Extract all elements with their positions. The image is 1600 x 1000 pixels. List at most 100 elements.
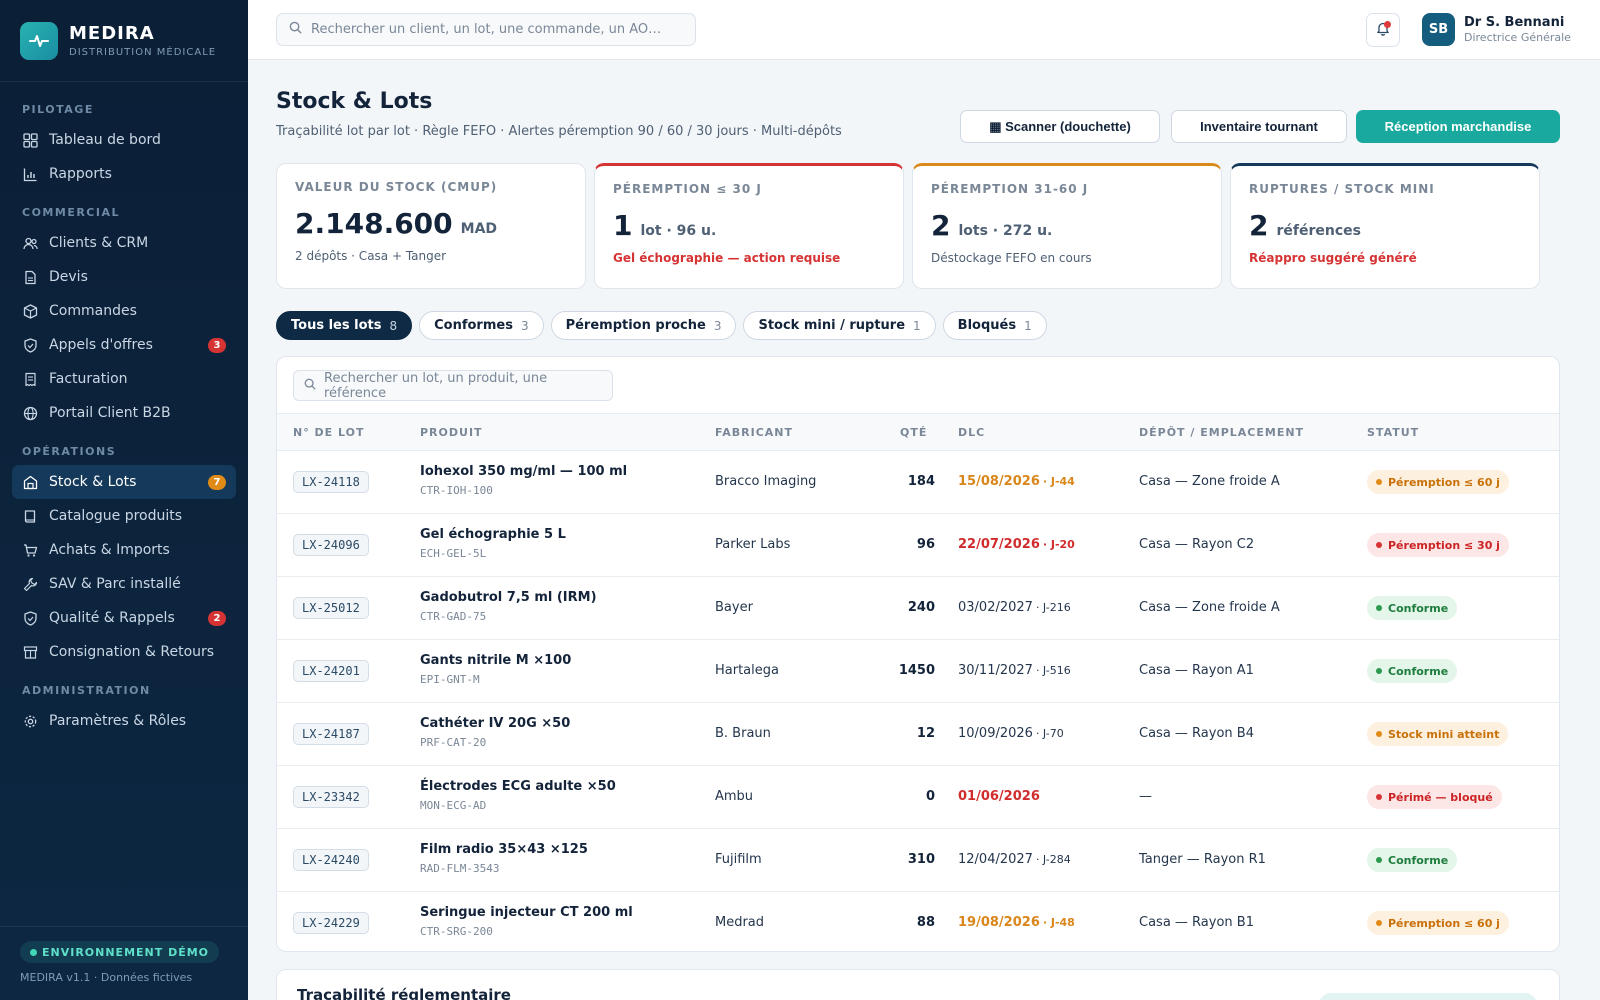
column-header-qty[interactable]: QTÉ: [900, 426, 927, 439]
lot-number[interactable]: LX-23342: [293, 786, 369, 808]
status-dot-icon: [1376, 794, 1382, 800]
quantity: 12: [916, 726, 935, 741]
kpi-value: 1: [613, 209, 633, 242]
chart-icon: [22, 166, 38, 182]
global-search-input[interactable]: Rechercher un client, un lot, une comman…: [276, 13, 696, 46]
product-name: Électrodes ECG adulte ×50: [420, 779, 616, 794]
table-row[interactable]: LX-23342 Électrodes ECG adulte ×50 MON-ECG…: [277, 766, 1559, 829]
sidebar-item-achats-imports[interactable]: Achats & Imports: [12, 533, 236, 567]
expiry-date: 03/02/2027 · J-216: [958, 600, 1071, 615]
sidebar-item-rapports[interactable]: Rapports: [12, 157, 236, 191]
table-row[interactable]: LX-24240 Film radio 35×43 ×125 RAD-FLM-354…: [277, 829, 1559, 892]
filter-chip-tous-les-lots[interactable]: Tous les lots 8: [276, 311, 413, 340]
table-row[interactable]: LX-24118 Iohexol 350 mg/ml — 100 ml CTR-IO…: [277, 451, 1559, 514]
lot-number[interactable]: LX-24201: [293, 660, 369, 682]
sidebar-item-label: Facturation: [49, 371, 128, 387]
lot-number[interactable]: LX-24240: [293, 849, 369, 871]
days-remaining: · J-44: [1042, 475, 1075, 488]
quantity: 184: [907, 474, 935, 489]
product-name: Gants nitrile M ×100: [420, 653, 572, 668]
kpi-card[interactable]: PÉREMPTION 31-60 J 2 lots · 272 u. Déstocka…: [912, 163, 1222, 289]
brand[interactable]: MEDIRA DISTRIBUTION MÉDICALE: [0, 0, 248, 82]
status-dot-icon: [1376, 668, 1382, 674]
table-row[interactable]: LX-25012 Gadobutrol 7,5 ml (IRM) CTR-GAD-7…: [277, 577, 1559, 640]
sidebar-item-tableau-de-bord[interactable]: Tableau de bord: [12, 123, 236, 157]
column-header-depot[interactable]: DÉPÔT / EMPLACEMENT: [1139, 426, 1304, 439]
filter-chip-count: 8: [389, 318, 398, 333]
status-label: Conforme: [1388, 853, 1449, 867]
table-row[interactable]: LX-24201 Gants nitrile M ×100 EPI-GNT-M Har…: [277, 640, 1559, 703]
kpi-card[interactable]: VALEUR DU STOCK (CMUP) 2.148.600 MAD 2 dépô…: [276, 163, 586, 289]
column-header-status[interactable]: STATUT: [1367, 426, 1419, 439]
table-row[interactable]: LX-24229 Seringue injecteur CT 200 ml CTR-…: [277, 892, 1559, 951]
product-reference: CTR-GAD-75: [420, 610, 487, 623]
column-header-product[interactable]: PRODUIT: [420, 426, 483, 439]
column-header-lot[interactable]: N° DE LOT: [293, 426, 364, 439]
lot-number[interactable]: LX-24118: [293, 471, 369, 493]
lot-number[interactable]: LX-25012: [293, 597, 369, 619]
sidebar-item-clients-crm[interactable]: Clients & CRM: [12, 226, 236, 260]
scanner-button[interactable]: ▦ Scanner (douchette): [960, 110, 1160, 143]
kpi-cards: VALEUR DU STOCK (CMUP) 2.148.600 MAD 2 dépô…: [276, 163, 1560, 289]
sidebar-item-catalogue-produits[interactable]: Catalogue produits: [12, 499, 236, 533]
notifications-button[interactable]: [1366, 13, 1400, 47]
avatar[interactable]: SB: [1422, 13, 1455, 46]
status-label: Péremption ≤ 30 j: [1388, 538, 1500, 552]
column-header-maker[interactable]: FABRICANT: [715, 426, 793, 439]
filter-chip-conformes[interactable]: Conformes 3: [419, 311, 544, 340]
lot-number[interactable]: LX-24187: [293, 723, 369, 745]
expiry-date: 15/08/2026 · J-44: [958, 474, 1075, 489]
filter-chip-count: 1: [1024, 318, 1032, 333]
status-dot-icon: [1376, 605, 1382, 611]
status-dot-icon: [1376, 542, 1382, 548]
lot-number[interactable]: LX-24229: [293, 912, 369, 934]
table-row[interactable]: LX-24096 Gel échographie 5 L ECH-GEL-5L Par…: [277, 514, 1559, 577]
sidebar-item-parametres-roles[interactable]: Paramètres & Rôles: [12, 704, 236, 738]
product-name: Iohexol 350 mg/ml — 100 ml: [420, 464, 628, 479]
shield-icon: [22, 337, 38, 353]
expiry-date-value: 12/04/2027: [958, 852, 1033, 867]
sidebar-item-devis[interactable]: Devis: [12, 260, 236, 294]
sidebar-item-commandes[interactable]: Commandes: [12, 294, 236, 328]
manufacturer: B. Braun: [715, 726, 771, 741]
column-header-dlc[interactable]: DLC: [958, 426, 985, 439]
status-dot-icon: [1376, 920, 1382, 926]
filter-chip-peremption-proche[interactable]: Péremption proche 3: [550, 311, 737, 340]
sidebar-item-label: Qualité & Rappels: [49, 610, 175, 626]
sidebar-item-qualite-rappels[interactable]: Qualité & Rappels 2: [12, 601, 236, 635]
product-name: Cathéter IV 20G ×50: [420, 716, 571, 731]
sidebar-item-consignation-retours[interactable]: Consignation & Retours: [12, 635, 236, 669]
quantity: 1450: [898, 663, 935, 678]
gear-icon: [22, 713, 38, 729]
inventory-button[interactable]: Inventaire tournant: [1171, 110, 1347, 143]
sidebar-item-stock-lots[interactable]: Stock & Lots 7: [12, 465, 236, 499]
manufacturer: Bayer: [715, 600, 753, 615]
sidebar-item-sav-parc-installe[interactable]: SAV & Parc installé: [12, 567, 236, 601]
sidebar-item-label: Portail Client B2B: [49, 405, 171, 421]
status-dot-icon: [1376, 479, 1382, 485]
lot-number[interactable]: LX-24096: [293, 534, 369, 556]
manufacturer: Hartalega: [715, 663, 779, 678]
sidebar-item-facturation[interactable]: Facturation: [12, 362, 236, 396]
kpi-footnote: 2 dépôts · Casa + Tanger: [295, 249, 447, 263]
kpi-footnote: Déstockage FEFO en cours: [931, 251, 1092, 265]
kpi-card[interactable]: RUPTURES / STOCK MINI 2 références Réappro …: [1230, 163, 1540, 289]
sidebar-item-portail-client-b2b[interactable]: Portail Client B2B: [12, 396, 236, 430]
kpi-card[interactable]: PÉREMPTION ≤ 30 J 1 lot · 96 u. Gel échogra…: [594, 163, 904, 289]
reception-button[interactable]: Réception marchandise: [1356, 110, 1560, 143]
table-search-input[interactable]: Rechercher un lot, un produit, une référ…: [293, 370, 613, 401]
sidebar-item-label: Tableau de bord: [49, 132, 161, 148]
status-badge: Conforme: [1367, 659, 1458, 683]
filter-chip-bloques[interactable]: Bloqués 1: [942, 311, 1047, 340]
expiry-date-value: 30/11/2027: [958, 663, 1033, 678]
filter-chip-label: Conformes: [434, 318, 513, 333]
status-badge: Péremption ≤ 60 j: [1367, 470, 1509, 494]
sidebar: MEDIRA DISTRIBUTION MÉDICALE PILOTAGE Tab…: [0, 0, 248, 1000]
filter-chip-stock-mini-rupture[interactable]: Stock mini / rupture 1: [743, 311, 936, 340]
product-reference: EPI-GNT-M: [420, 673, 480, 686]
sidebar-item-label: Appels d'offres: [49, 337, 153, 353]
sidebar-item-appels-d-offres[interactable]: Appels d'offres 3: [12, 328, 236, 362]
table-row[interactable]: LX-24187 Cathéter IV 20G ×50 PRF-CAT-20 B. …: [277, 703, 1559, 766]
product-cell: Gel échographie 5 L ECH-GEL-5L: [420, 527, 566, 560]
user-menu[interactable]: Dr S. Bennani Directrice Générale: [1464, 15, 1571, 44]
